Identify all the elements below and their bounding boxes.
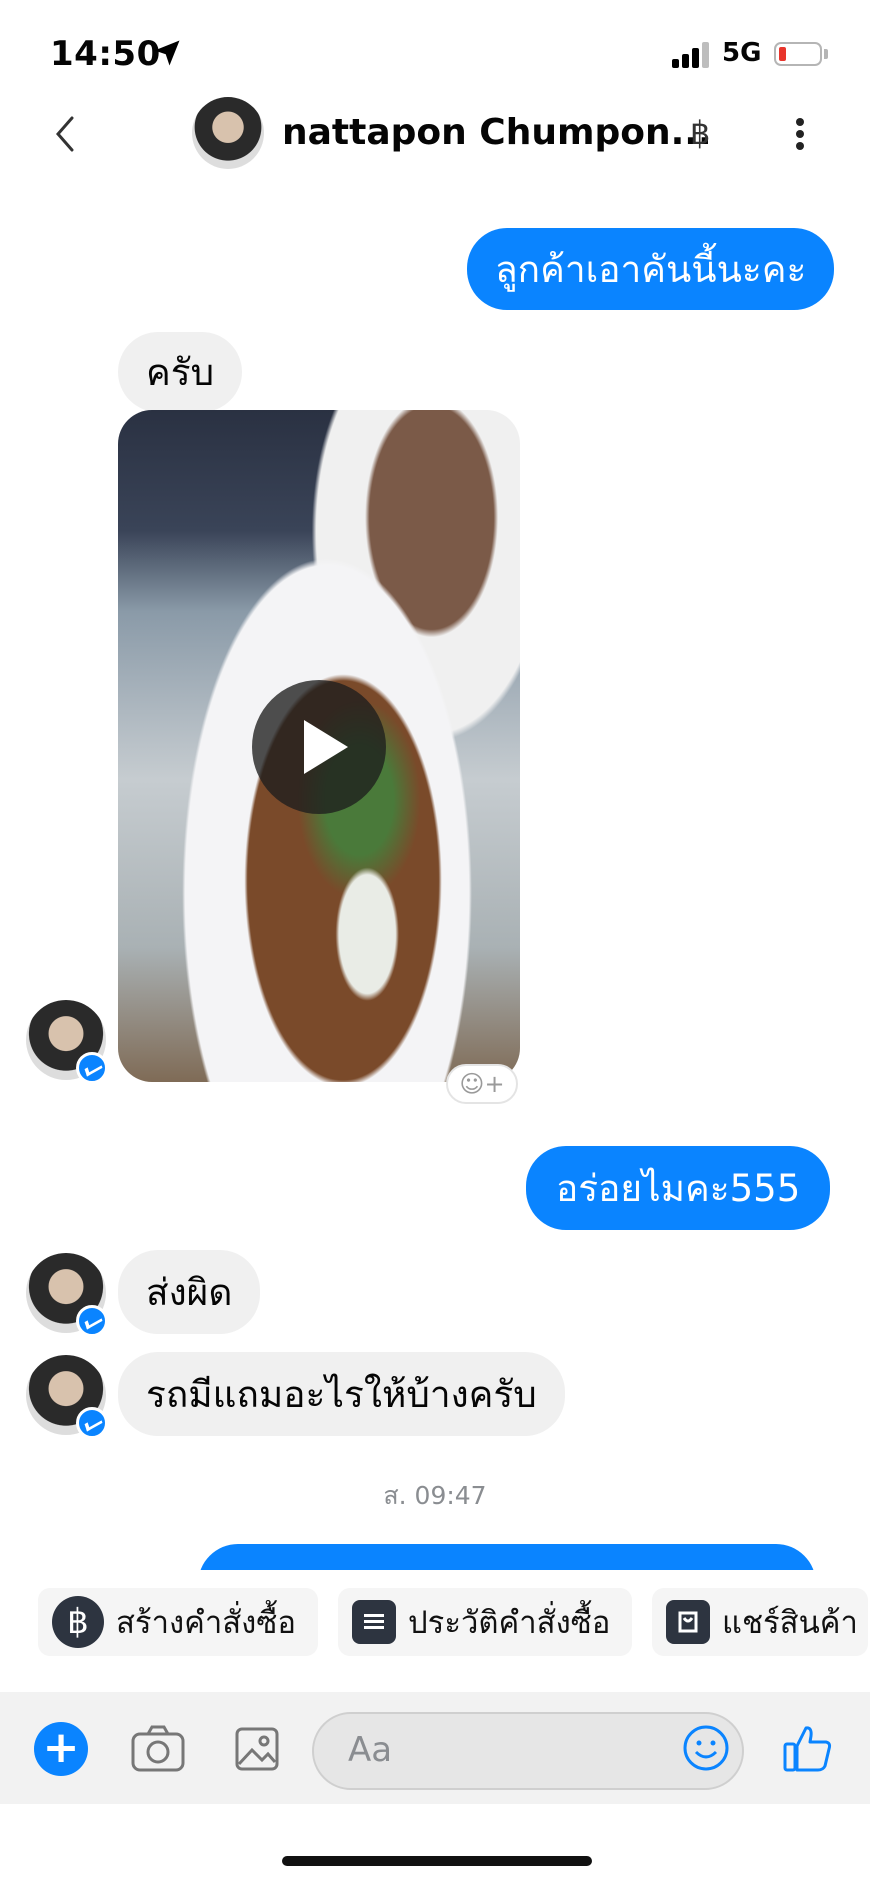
message-bubble-incoming[interactable]: ส่งผิด [118,1250,261,1334]
status-time: 14:50 [50,34,161,74]
image-icon[interactable] [234,1726,280,1772]
messenger-badge-icon [76,1052,108,1084]
order-history-chip[interactable]: ประวัติคำสั่งซื้อ [338,1588,632,1656]
signal-icon [672,40,712,68]
message-bubble-outgoing[interactable]: อร่อยไมคะ555 [526,1146,831,1230]
message-timestamp: ส. 09:47 [383,1481,487,1510]
contact-avatar[interactable] [192,97,264,169]
chip-label: สร้างคำสั่งซื้อ [116,1605,296,1641]
baht-icon[interactable]: ฿ [690,114,710,152]
emoji-icon[interactable] [682,1724,730,1772]
thumbs-up-icon[interactable] [782,1722,834,1774]
more-options-icon[interactable] [788,114,812,154]
message-input-placeholder[interactable]: Aa [348,1730,392,1770]
chip-label: ประวัติคำสั่งซื้อ [408,1605,611,1641]
share-product-chip[interactable]: แชร์สินค้า [652,1588,868,1656]
add-reaction-icon[interactable]: ☺+ [446,1064,518,1104]
message-bubble-incoming[interactable]: ครับ [118,332,243,412]
home-indicator [282,1856,592,1866]
play-icon[interactable] [252,680,386,814]
baht-icon: ฿ [52,1596,104,1648]
chip-label: แชร์สินค้า [722,1605,858,1641]
message-bubble-outgoing[interactable]: ลูกค้าเอาคันนี้นะคะ [467,228,835,310]
plus-icon[interactable]: + [34,1722,88,1776]
shop-bag-icon [666,1600,710,1644]
network-type: 5G [722,38,762,68]
message-bubble-incoming[interactable]: รถมีแถมอะไรให้บ้างครับ [118,1352,565,1436]
battery-icon [774,42,822,66]
contact-name[interactable]: nattapon Chumpon... [282,112,712,153]
camera-icon[interactable] [130,1724,186,1774]
create-order-chip[interactable]: ฿ สร้างคำสั่งซื้อ [38,1588,318,1656]
battery-tip [824,49,828,59]
messenger-badge-icon [76,1407,108,1439]
back-chevron-icon[interactable] [50,114,80,154]
location-arrow-icon [154,40,180,66]
messenger-badge-icon [76,1305,108,1337]
order-history-icon [352,1600,396,1644]
